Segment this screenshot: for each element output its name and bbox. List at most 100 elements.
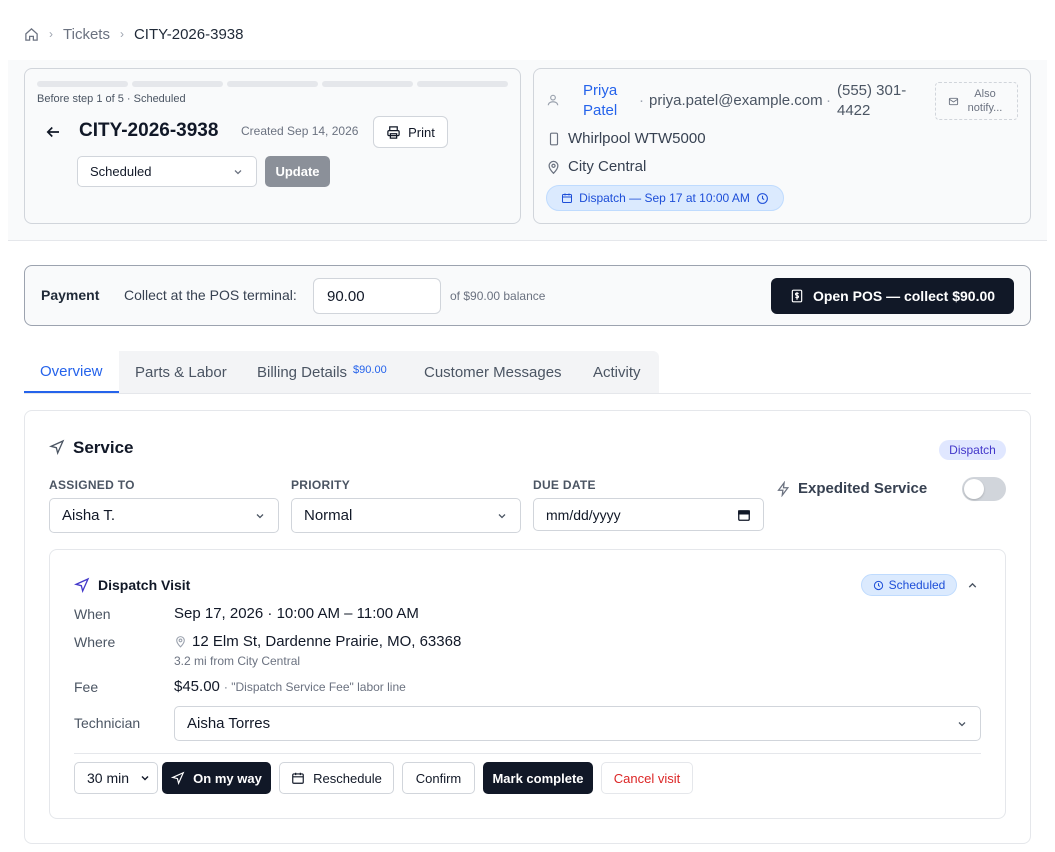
on-my-way-button[interactable]: On my way (162, 762, 271, 794)
eta-value: 30 min (87, 770, 130, 786)
clock-icon (873, 580, 884, 591)
breadcrumb-current: CITY-2026-3938 (133, 25, 244, 43)
when-value: Sep 17, 2026 · 10:00 AM – 11:00 AM (174, 605, 419, 622)
tab-activity[interactable]: Activity (577, 351, 657, 393)
tab-label: Activity (593, 363, 641, 381)
assigned-label: ASSIGNED TO (49, 478, 135, 492)
collect-label: Collect at the POS terminal: (124, 287, 297, 303)
expedited-label: Expedited Service (798, 480, 928, 497)
tab-customer-messages[interactable]: Customer Messages (408, 351, 578, 393)
home-icon[interactable] (24, 27, 39, 42)
priority-select[interactable]: Normal (291, 498, 521, 533)
navigation-arrow-icon (49, 439, 65, 455)
customer-name[interactable]: Priya Patel (583, 81, 633, 121)
where-distance: 3.2 mi from City Central (174, 654, 301, 668)
print-label: Print (408, 124, 435, 140)
chevron-down-icon (956, 718, 968, 730)
location-pin-icon (546, 159, 561, 175)
calendar-icon[interactable] (737, 508, 751, 522)
breadcrumb-tickets[interactable]: Tickets (63, 26, 110, 43)
tab-billing-details[interactable]: Billing Details $90.00 (241, 351, 403, 393)
ticket-id: CITY-2026-3938 (79, 120, 219, 141)
separator-dot: · (826, 92, 831, 109)
calendar-icon (561, 192, 573, 204)
breadcrumb: › Tickets › CITY-2026-3938 (24, 24, 243, 44)
dispatch-pill-label: Dispatch — Sep 17 at 10:00 AM (579, 191, 750, 205)
step-text: Before step 1 of 5 · Scheduled (37, 93, 186, 105)
customer-email[interactable]: priya.patel@example.com (649, 92, 823, 109)
fee-row: $45.00 · "Dispatch Service Fee" labor li… (174, 678, 406, 695)
open-pos-button[interactable]: Open POS — collect $90.00 (771, 278, 1014, 314)
progress-segment (227, 81, 318, 87)
tab-label: Customer Messages (424, 363, 562, 381)
navigation-arrow-icon (171, 771, 185, 785)
priority-value: Normal (304, 507, 353, 524)
payment-label: Payment (41, 287, 100, 303)
payment-amount-input[interactable] (313, 278, 441, 314)
cancel-visit-button[interactable]: Cancel visit (601, 762, 693, 794)
tab-overview[interactable]: Overview (24, 351, 119, 393)
expedited-toggle[interactable] (962, 477, 1006, 501)
eta-select[interactable]: 30 min (74, 762, 158, 794)
visit-status-label: Scheduled (888, 578, 946, 592)
fee-label: Fee (74, 679, 99, 695)
status-value: Scheduled (90, 164, 152, 179)
confirm-button[interactable]: Confirm (402, 762, 475, 794)
tab-divider (24, 393, 1031, 394)
step-progress (37, 81, 508, 87)
billing-badge: $90.00 (353, 364, 387, 376)
mark-complete-button[interactable]: Mark complete (483, 762, 593, 794)
breadcrumb-separator: › (119, 27, 124, 41)
where-label: Where (74, 634, 116, 650)
service-title: Service (73, 438, 134, 457)
dollar-receipt-icon (790, 288, 804, 304)
tab-label: Billing Details (257, 363, 348, 381)
due-date-label: DUE DATE (533, 478, 596, 492)
technician-value: Aisha Torres (187, 715, 271, 732)
open-pos-label: Open POS — collect $90.00 (812, 288, 996, 304)
location-pin-icon (174, 634, 187, 649)
navigation-arrow-icon (74, 577, 90, 593)
clock-icon (756, 192, 769, 205)
phone-device-icon (547, 131, 561, 147)
created-date: Created Sep 14, 2026 (241, 124, 359, 138)
calendar-icon (291, 771, 305, 785)
reschedule-label: Reschedule (313, 770, 382, 786)
due-date-placeholder: mm/dd/yyyy (546, 506, 621, 523)
visit-title: Dispatch Visit (98, 577, 191, 593)
chevron-down-icon (254, 510, 266, 522)
technician-select[interactable]: Aisha Torres (174, 706, 981, 741)
chevron-up-icon[interactable] (966, 579, 979, 592)
chevron-down-icon (139, 772, 151, 784)
also-notify-button[interactable]: Also notify... (935, 82, 1018, 120)
toggle-knob (964, 479, 984, 499)
tab-parts-labor[interactable]: Parts & Labor (119, 351, 243, 393)
progress-segment (417, 81, 508, 87)
visit-status-pill: Scheduled (861, 574, 957, 596)
due-date-input[interactable]: mm/dd/yyyy (533, 498, 764, 531)
assigned-value: Aisha T. (62, 507, 116, 524)
reschedule-button[interactable]: Reschedule (279, 762, 394, 794)
appliance-model: Whirlpool WTW5000 (568, 130, 706, 147)
user-icon (546, 93, 560, 107)
update-button[interactable]: Update (265, 156, 330, 187)
dispatch-badge: Dispatch (939, 440, 1006, 460)
tab-label: Parts & Labor (135, 363, 227, 381)
chevron-down-icon (496, 510, 508, 522)
fee-note: · "Dispatch Service Fee" labor line (223, 680, 406, 694)
balance-text: of $90.00 balance (450, 289, 546, 303)
customer-phone[interactable]: (555) 301-4422 (837, 81, 917, 121)
printer-icon (386, 125, 401, 140)
print-button[interactable]: Print (373, 116, 448, 148)
lightning-icon (776, 481, 791, 497)
dispatch-schedule-pill[interactable]: Dispatch — Sep 17 at 10:00 AM (546, 185, 784, 211)
when-label: When (74, 606, 111, 622)
chevron-down-icon (232, 166, 244, 178)
progress-segment (37, 81, 128, 87)
assigned-select[interactable]: Aisha T. (49, 498, 279, 533)
status-select[interactable]: Scheduled (77, 156, 257, 187)
separator-dot: · (639, 92, 644, 109)
where-value: 12 Elm St, Dardenne Prairie, MO, 63368 (192, 633, 462, 650)
back-arrow-icon[interactable] (44, 123, 62, 141)
progress-segment (322, 81, 413, 87)
